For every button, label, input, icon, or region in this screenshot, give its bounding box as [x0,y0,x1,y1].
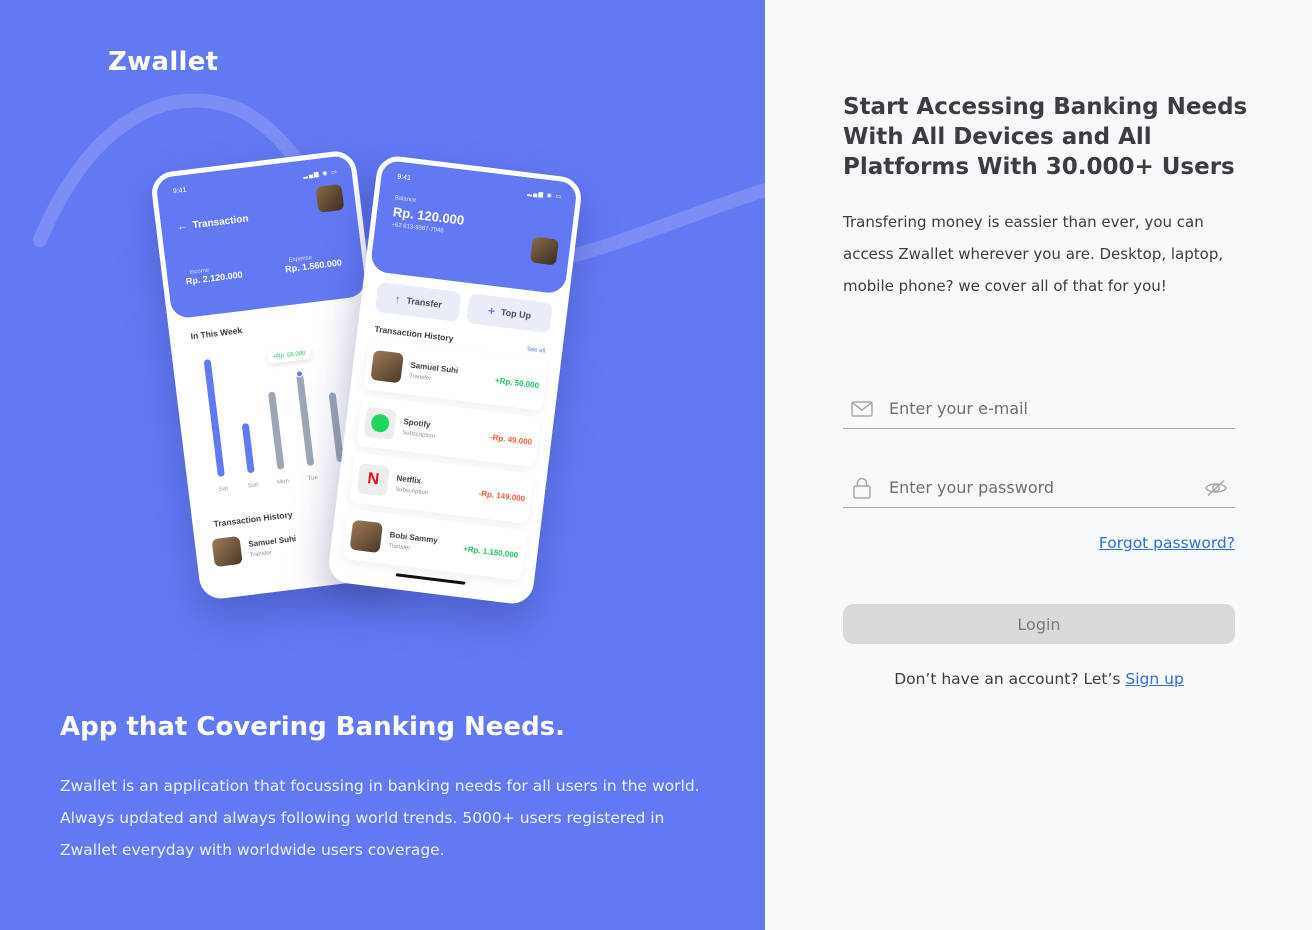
plus-icon: + [487,303,496,319]
login-button[interactable]: Login [843,604,1235,644]
chart-bar [268,391,285,470]
chart-day-label: Sun [247,482,259,490]
chart-bar [241,422,255,474]
password-field[interactable] [843,468,1235,508]
chart-bar [203,359,225,478]
status-icons: ▂▄▆ ◉ ▭ [302,169,339,180]
arrow-up-icon: ↑ [393,292,402,307]
login-description: Transfering money is eassier than ever, … [843,213,1224,295]
promo-panel: Zwallet 9:41 ▂▄▆ ◉ ▭ ← Transaction ↓ Inc… [0,0,765,930]
email-input[interactable] [889,389,1235,428]
lock-icon [851,477,873,499]
avatar [315,183,345,213]
brand-logo: Zwallet [108,47,219,77]
mockup-title: ← Transaction [176,213,250,234]
arrow-up-icon: ↑ [283,258,288,265]
chart-tooltip: +Rp. 65.000 [267,346,312,365]
mail-icon [851,400,873,417]
eye-off-icon[interactable] [1203,479,1229,497]
income-summary: ↓ Income Rp. 2.120.000 [184,267,244,287]
chart-day-label: Tue [307,474,319,483]
mockup-history-title: Transaction History [213,509,294,529]
promo-headline: App that Covering Banking Needs. [60,712,566,742]
mockup-header: 9:41 ▂▄▆ ◉ ▭ Balance Rp. 120.000 +62 813… [369,159,578,295]
avatar [529,236,559,266]
signup-prompt: Don’t have an account? Let’s Sign up [843,670,1235,688]
password-input[interactable] [889,468,1203,507]
login-panel: Start Accessing Banking Needs With All D… [765,0,1312,930]
back-arrow-icon: ← [176,220,194,234]
avatar [349,519,384,554]
chart-day-label: Mon [276,478,290,486]
netflix-logo-icon: N [356,463,390,497]
list-item: Samuel Suhi Transfer [211,529,299,568]
mockup-time: 9:41 [396,173,412,183]
chart-bar [296,373,315,467]
mockup-header: 9:41 ▂▄▆ ◉ ▭ ← Transaction ↓ Income Rp. … [155,154,367,320]
avatar [370,349,404,384]
promo-description: Zwallet is an application that focussing… [60,777,700,859]
login-title: Start Accessing Banking Needs With All D… [843,94,1248,180]
avatar [211,535,243,568]
signup-prompt-text: Don’t have an account? Let’s [894,670,1126,688]
mockup-time: 9:41 [172,186,187,196]
balance-summary: Balance Rp. 120.000 +62 813-9387-7946 [391,195,465,235]
spotify-logo-icon [363,406,397,440]
expense-summary: ↑ Expense Rp. 1.560.000 [283,255,343,275]
arrow-down-icon: ↓ [184,270,189,277]
status-icons: ▂▄▆ ◉ ▭ [527,190,563,201]
email-field[interactable] [843,389,1235,429]
forgot-password-link[interactable]: Forgot password? [843,534,1235,552]
signup-link[interactable]: Sign up [1125,670,1183,688]
chart-day-label: Sat [218,485,229,494]
home-indicator [395,573,466,585]
